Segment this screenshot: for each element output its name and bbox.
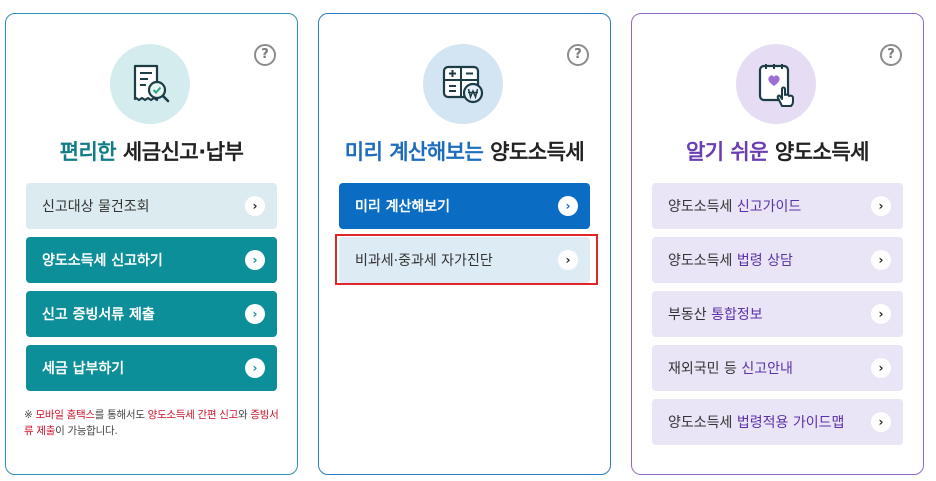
calculator-won-icon — [423, 44, 503, 124]
title-rest: 세금신고·납부 — [116, 140, 244, 164]
chevron-right-icon: › — [245, 358, 265, 378]
mobile-hometax-note: ※ 모바일 홈택스를 통해서도 양도소득세 간편 신고와 증빙서류 제출이 가능… — [24, 407, 284, 439]
chevron-right-icon: › — [871, 358, 891, 378]
note-text: 를 통해서도 — [94, 409, 148, 421]
button-label: 양도소득세 신고가이드 — [668, 196, 801, 216]
chevron-right-icon: › — [871, 304, 891, 324]
button-label: 신고 증빙서류 제출 — [42, 307, 155, 323]
heart-document-hand-icon — [736, 44, 816, 124]
tax-filing-card: ? 편리한 세금신고·납부 신고대상 물건조회 › 양도소득세 신고하기 › 신… — [5, 13, 298, 475]
submit-documents-button[interactable]: 신고 증빙서류 제출 › — [26, 291, 277, 337]
overseas-filing-guide-button[interactable]: 재외국민 등 신고안내 › — [652, 345, 903, 391]
title-highlight: 알기 쉬운 — [685, 140, 769, 164]
chevron-right-icon: › — [558, 250, 578, 270]
label-accent: 통합정보 — [711, 307, 763, 323]
title-highlight: 편리한 — [59, 140, 117, 164]
button-label: 양도소득세 법령 상담 — [668, 250, 793, 270]
card-title: 미리 계산해보는 양도소득세 — [319, 136, 610, 166]
chevron-right-icon: › — [871, 250, 891, 270]
help-icon[interactable]: ? — [567, 44, 589, 66]
note-highlight: 모바일 홈택스 — [35, 409, 96, 421]
note-prefix: ※ — [24, 409, 36, 421]
law-guide-map-button[interactable]: 양도소득세 법령적용 가이드맵 › — [652, 399, 903, 445]
label-accent: 법령 상담 — [736, 253, 793, 269]
tax-guide-card: ? 알기 쉬운 양도소득세 양도소득세 신고가이드 › 양도소득세 법령 상담 … — [631, 13, 924, 475]
button-label: 미리 계산해보기 — [355, 199, 451, 215]
chevron-right-icon: › — [871, 196, 891, 216]
self-diagnosis-button[interactable]: 비과세·중과세 자가진단 › — [339, 237, 590, 283]
title-rest: 양도소득세 — [768, 140, 870, 164]
label-accent: 신고가이드 — [736, 199, 802, 215]
pay-tax-button[interactable]: 세금 납부하기 › — [26, 345, 277, 391]
pre-calculation-button[interactable]: 미리 계산해보기 › — [339, 183, 590, 229]
chevron-right-icon: › — [245, 250, 265, 270]
label-text: 재외국민 등 — [668, 361, 742, 377]
card-title: 편리한 세금신고·납부 — [6, 136, 297, 166]
law-consultation-button[interactable]: 양도소득세 법령 상담 › — [652, 237, 903, 283]
button-label: 신고대상 물건조회 — [42, 199, 150, 215]
button-label: 양도소득세 신고하기 — [42, 253, 163, 269]
card-title: 알기 쉬운 양도소득세 — [632, 136, 923, 166]
chevron-right-icon: › — [871, 412, 891, 432]
button-label: 부동산 통합정보 — [668, 304, 763, 324]
help-icon[interactable]: ? — [880, 44, 902, 66]
chevron-right-icon: › — [245, 196, 265, 216]
title-highlight: 미리 계산해보는 — [344, 140, 484, 164]
label-accent: 신고안내 — [741, 361, 793, 377]
button-label: 세금 납부하기 — [42, 361, 125, 377]
button-label: 재외국민 등 신고안내 — [668, 358, 793, 378]
receipt-search-icon — [110, 44, 190, 124]
label-accent: 법령적용 가이드맵 — [736, 415, 845, 431]
real-estate-info-button[interactable]: 부동산 통합정보 › — [652, 291, 903, 337]
title-rest: 양도소득세 — [483, 140, 585, 164]
note-text: 와 — [237, 409, 251, 421]
label-text: 양도소득세 — [668, 253, 737, 269]
chevron-right-icon: › — [245, 304, 265, 324]
note-highlight: 양도소득세 간편 신고 — [147, 409, 239, 421]
help-icon[interactable]: ? — [254, 44, 276, 66]
button-label: 비과세·중과세 자가진단 — [355, 253, 493, 269]
label-text: 양도소득세 — [668, 415, 737, 431]
filing-guide-button[interactable]: 양도소득세 신고가이드 › — [652, 183, 903, 229]
property-lookup-button[interactable]: 신고대상 물건조회 › — [26, 183, 277, 229]
label-text: 부동산 — [668, 307, 712, 323]
label-text: 양도소득세 — [668, 199, 737, 215]
button-label: 양도소득세 법령적용 가이드맵 — [668, 412, 844, 432]
note-text: 이 가능합니다. — [55, 425, 118, 437]
tax-calculation-card: ? 미리 계산해보는 양도소득세 미리 계산해보기 › 비과세·중과세 자가진단… — [318, 13, 611, 475]
chevron-right-icon: › — [558, 196, 578, 216]
file-capital-gains-tax-button[interactable]: 양도소득세 신고하기 › — [26, 237, 277, 283]
